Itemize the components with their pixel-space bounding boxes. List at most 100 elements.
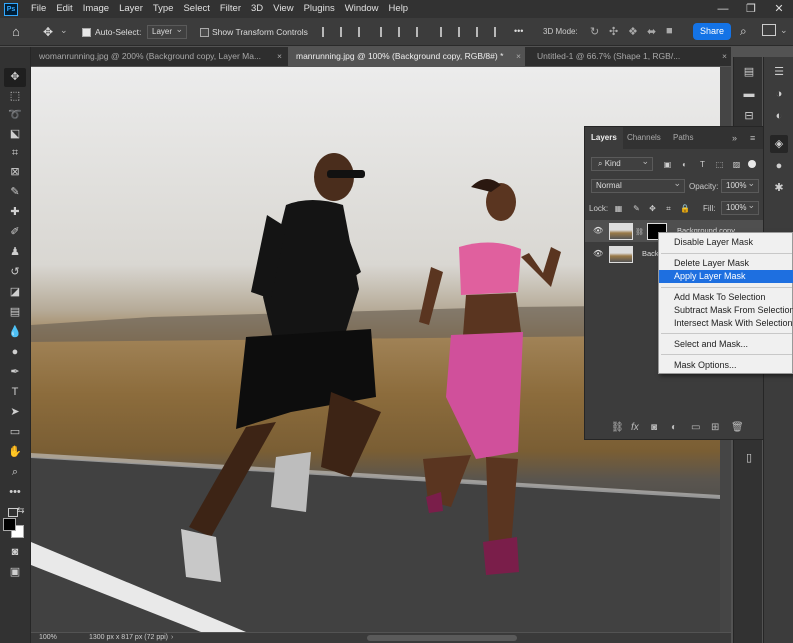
foreground-color-swatch[interactable] — [3, 518, 16, 531]
close-icon[interactable]: ✕ — [765, 0, 793, 18]
menu-help[interactable]: Help — [384, 0, 414, 18]
path-selection-tool-icon[interactable]: ➤ — [4, 403, 26, 422]
close-tab-icon[interactable]: × — [722, 47, 727, 66]
close-tab-icon[interactable]: × — [516, 47, 521, 66]
new-layer-icon[interactable]: ⊞ — [711, 422, 719, 433]
menu-select[interactable]: Select — [178, 0, 214, 18]
color-panel-icon[interactable]: ◑ — [770, 85, 788, 103]
eyedropper-tool-icon[interactable]: ✎ — [4, 183, 26, 202]
maximize-icon[interactable]: ❐ — [737, 0, 765, 18]
align-top-icon[interactable] — [380, 27, 390, 37]
type-tool-icon[interactable]: T — [4, 383, 26, 402]
history-panel-icon[interactable]: ▤ — [740, 63, 758, 81]
healing-brush-tool-icon[interactable]: ✚ — [4, 203, 26, 222]
collapse-panel-icon[interactable]: » — [732, 133, 737, 143]
align-left-icon[interactable] — [322, 27, 332, 37]
hand-tool-icon[interactable]: ✋ — [4, 443, 26, 462]
lock-artboard-icon[interactable]: ⌗ — [664, 204, 673, 213]
menu-select-and-mask[interactable]: Select and Mask... — [659, 338, 793, 351]
lock-pixels-icon[interactable]: ✎ — [632, 204, 641, 213]
share-button[interactable]: Share — [693, 23, 731, 40]
tab-channels[interactable]: Channels — [621, 127, 667, 149]
more-options-icon[interactable]: ••• — [514, 26, 523, 36]
align-bottom-icon[interactable] — [416, 27, 426, 37]
lock-transparent-icon[interactable]: ▦ — [614, 204, 623, 213]
filter-adjustment-icon[interactable]: ◐ — [680, 160, 689, 169]
search-icon[interactable]: ⌕ — [740, 24, 747, 39]
menu-image[interactable]: Image — [78, 0, 114, 18]
auto-select-checkbox[interactable] — [82, 28, 91, 37]
menu-view[interactable]: View — [268, 0, 298, 18]
filter-kind-dropdown[interactable]: ⌕ Kind — [591, 155, 653, 171]
swap-colors-icon[interactable]: ⇆ — [17, 505, 25, 516]
move-tool-icon[interactable]: ✥ — [4, 68, 26, 87]
marquee-tool-icon[interactable]: ⬚ — [4, 87, 26, 106]
link-layers-icon[interactable]: ⛓ — [611, 422, 624, 433]
close-tab-icon[interactable]: × — [277, 47, 282, 66]
3d-slide-icon[interactable]: ⬌ — [647, 25, 656, 38]
menu-disable-layer-mask[interactable]: Disable Layer Mask — [659, 236, 793, 249]
layer-thumbnail[interactable] — [609, 223, 633, 240]
object-selection-tool-icon[interactable]: ⬕ — [4, 125, 26, 144]
menu-window[interactable]: Window — [340, 0, 384, 18]
pen-tool-icon[interactable]: ✒ — [4, 363, 26, 382]
info-panel-icon[interactable]: ▯ — [740, 449, 758, 467]
align-right-icon[interactable] — [358, 27, 368, 37]
layers-panel-icon[interactable]: ◈ — [770, 135, 788, 153]
panel-menu-icon[interactable]: ≡ — [750, 133, 755, 143]
workspace-icon[interactable] — [762, 24, 776, 36]
crop-tool-icon[interactable]: ⌗ — [4, 144, 26, 163]
lock-position-icon[interactable]: ✥ — [648, 204, 657, 213]
chevron-down-icon[interactable]: ⌄ — [60, 25, 68, 36]
3d-orbit-icon[interactable]: ↻ — [590, 25, 599, 38]
layer-thumbnail[interactable] — [609, 246, 633, 263]
menu-file[interactable]: File — [26, 0, 51, 18]
menu-add-mask-to-selection[interactable]: Add Mask To Selection — [659, 291, 793, 304]
properties-panel-icon[interactable]: ⊟ — [740, 107, 758, 125]
add-mask-icon[interactable]: ◙ — [651, 422, 657, 433]
menu-intersect-mask-with-selection[interactable]: Intersect Mask With Selection — [659, 317, 793, 330]
distribute-center-icon[interactable] — [458, 27, 468, 37]
edit-toolbar-icon[interactable]: ••• — [4, 483, 26, 502]
comments-panel-icon[interactable]: ▬ — [740, 85, 758, 103]
adjustments-panel-icon[interactable]: ☰ — [770, 63, 788, 81]
tab-layers[interactable]: Layers — [585, 127, 623, 149]
horizontal-scrollbar[interactable] — [367, 635, 517, 641]
3d-drag-icon[interactable]: ❖ — [628, 25, 638, 38]
status-chevron-icon[interactable]: › — [171, 634, 173, 641]
gradient-tool-icon[interactable]: ▤ — [4, 303, 26, 322]
brush-tool-icon[interactable]: ✐ — [4, 223, 26, 242]
fill-input[interactable]: 100% — [721, 199, 759, 215]
new-group-icon[interactable]: ▭ — [691, 422, 700, 433]
menu-subtract-mask-from-selection[interactable]: Subtract Mask From Selection — [659, 304, 793, 317]
menu-type[interactable]: Type — [148, 0, 179, 18]
menu-delete-layer-mask[interactable]: Delete Layer Mask — [659, 257, 793, 270]
menu-3d[interactable]: 3D — [246, 0, 268, 18]
zoom-level[interactable]: 100% — [39, 634, 57, 641]
tab-paths[interactable]: Paths — [667, 127, 699, 149]
filter-smart-object-icon[interactable]: ▨ — [732, 160, 741, 169]
zoom-tool-icon[interactable]: ⌕ — [4, 463, 26, 482]
rectangle-tool-icon[interactable]: ▭ — [4, 423, 26, 442]
clone-stamp-tool-icon[interactable]: ♟ — [4, 243, 26, 262]
workspace-chevron-icon[interactable]: ⌄ — [780, 25, 788, 36]
home-icon[interactable]: ⌂ — [12, 24, 28, 40]
distribute-left-icon[interactable] — [440, 27, 450, 37]
new-adjustment-layer-icon[interactable]: ◐ — [671, 422, 677, 433]
quick-mask-icon[interactable]: ◙ — [4, 543, 26, 562]
delete-layer-icon[interactable]: 🗑 — [731, 422, 744, 433]
3d-scale-icon[interactable]: ■ — [666, 25, 673, 37]
auto-select-dropdown[interactable]: Layer — [147, 23, 187, 39]
visibility-eye-icon[interactable]: 👁 — [593, 226, 603, 235]
menu-edit[interactable]: Edit — [51, 0, 77, 18]
layer-name[interactable]: Back — [642, 249, 659, 258]
menu-filter[interactable]: Filter — [215, 0, 246, 18]
tab-manrunning[interactable]: manrunning.jpg @ 100% (Background copy, … — [288, 47, 525, 66]
tab-womanrunning[interactable]: womanrunning.jpg @ 200% (Background copy… — [31, 47, 286, 66]
menu-plugins[interactable]: Plugins — [299, 0, 340, 18]
tab-untitled-1[interactable]: Untitled-1 @ 66.7% (Shape 1, RGB/... × — [529, 47, 731, 66]
channels-panel-icon[interactable]: ● — [770, 157, 788, 175]
transform-controls-checkbox[interactable] — [200, 28, 209, 37]
dodge-tool-icon[interactable]: ● — [4, 343, 26, 362]
align-middle-icon[interactable] — [398, 27, 408, 37]
